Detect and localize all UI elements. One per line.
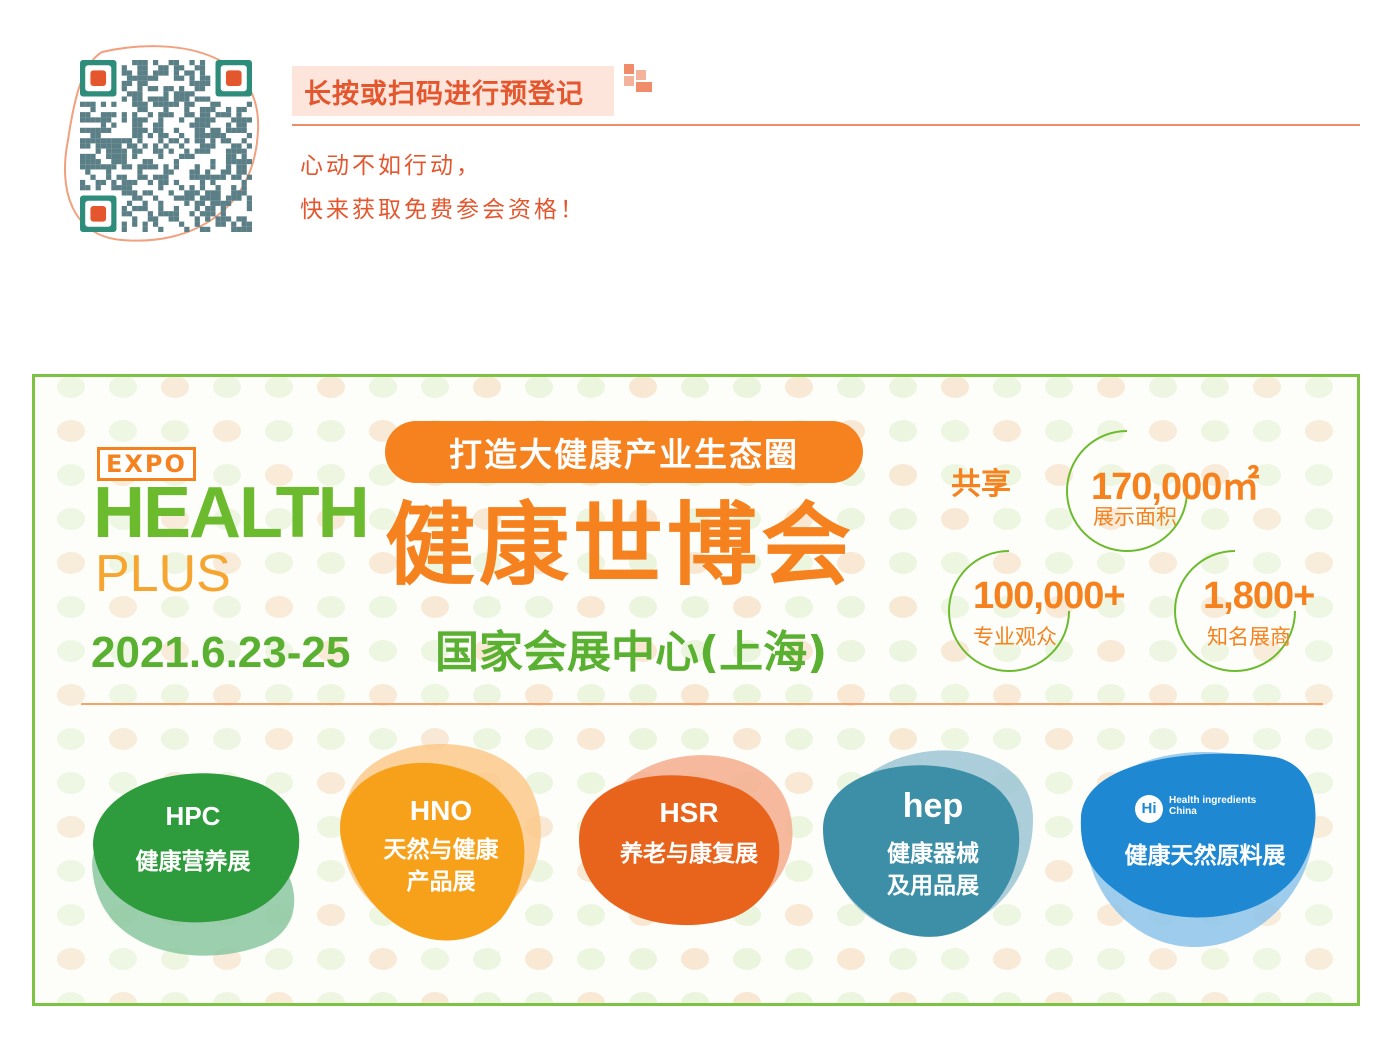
zone-hep[interactable]: hep 健康器械 及用品展 bbox=[813, 729, 1053, 959]
brand-word-health: HEALTH bbox=[93, 473, 370, 553]
zone-hno[interactable]: HNO 天然与健康 产品展 bbox=[321, 729, 561, 959]
registration-line-2: 快来获取免费参会资格！ bbox=[300, 197, 586, 223]
zone-name-line2: 产品展 bbox=[406, 869, 476, 895]
zone-logo-hep: hep bbox=[902, 787, 964, 825]
zone-logo-hi-icon: Hi bbox=[1135, 795, 1163, 823]
expo-banner: EXPO HEALTH PLUS 打造大健康产业生态圈 健康世博会 2021.6… bbox=[32, 374, 1360, 1006]
stat-label: 专业观众 bbox=[973, 625, 1057, 649]
zone-logo-hpc: HPC bbox=[165, 801, 221, 831]
divider bbox=[292, 124, 1360, 126]
stat-label: 知名展商 bbox=[1207, 625, 1291, 649]
zone-hsr[interactable]: HSR 养老与康复展 bbox=[569, 729, 809, 959]
zone-name-line1: 健康器械 bbox=[887, 841, 979, 867]
decorative-squares-icon bbox=[624, 64, 652, 92]
stat-label: 展示面积 bbox=[1093, 505, 1177, 529]
zone-logo-hi-text: Health ingredients China bbox=[1169, 795, 1257, 817]
expo-title: 健康世博会 bbox=[385, 493, 855, 598]
zone-hpc[interactable]: HPC 健康营养展 bbox=[73, 755, 313, 985]
banner-divider bbox=[81, 703, 1323, 705]
stat-exhibition-area: 170,000㎡ 展示面积 bbox=[1065, 429, 1259, 553]
zone-logo-hno: HNO bbox=[409, 795, 473, 826]
registration-title: 长按或扫码进行预登记 bbox=[304, 78, 584, 110]
qr-code-block[interactable] bbox=[62, 40, 262, 242]
qr-code-image bbox=[80, 60, 252, 232]
expo-date: 2021.6.23-25 bbox=[91, 628, 351, 677]
expo-venue: 国家会展中心(上海) bbox=[435, 627, 828, 678]
registration-line-1: 心动不如行动， bbox=[300, 153, 482, 179]
slogan-pill: 打造大健康产业生态圈 bbox=[385, 421, 863, 483]
zone-name: 养老与康复展 bbox=[620, 841, 758, 867]
zone-name: 健康天然原料展 bbox=[1124, 843, 1286, 869]
stat-value: 1,800+ bbox=[1203, 575, 1315, 617]
zone-hi[interactable]: Hi Health ingredients China 健康天然原料展 bbox=[1075, 737, 1335, 967]
stat-exhibitors: 1,800+ 知名展商 bbox=[1173, 549, 1315, 673]
zone-name-line1: 天然与健康 bbox=[383, 837, 499, 863]
zone-name: 健康营养展 bbox=[135, 849, 251, 875]
share-label: 共享 bbox=[951, 467, 1011, 502]
zone-logo-hsr: HSR bbox=[659, 797, 719, 828]
registration-title-box: 长按或扫码进行预登记 bbox=[292, 66, 614, 116]
zone-name-line2: 及用品展 bbox=[887, 873, 979, 899]
brand-word-plus: PLUS bbox=[95, 545, 231, 603]
stat-value: 100,000+ bbox=[973, 575, 1126, 617]
stat-visitors: 100,000+ 专业观众 bbox=[947, 549, 1126, 673]
slogan-text: 打造大健康产业生态圈 bbox=[449, 435, 799, 474]
